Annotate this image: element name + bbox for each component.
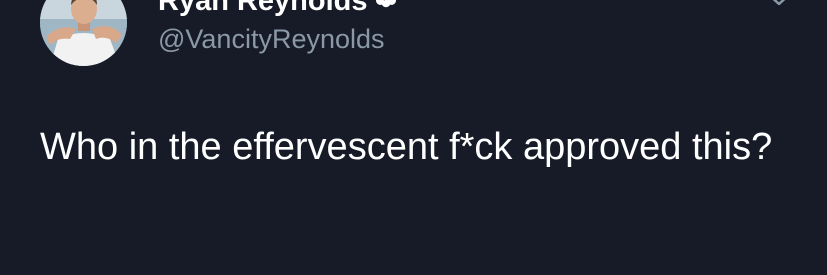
chevron-down-icon: [772, 0, 786, 6]
tweet-text: Who in the effervescent f*ck approved th…: [40, 126, 773, 168]
verified-badge-icon: [372, 0, 400, 17]
author-handle[interactable]: @VancityReynolds: [158, 22, 385, 56]
tweet-menu-button[interactable]: [766, 0, 792, 8]
author-display-name[interactable]: Ryan Reynolds: [158, 0, 400, 20]
tweet-card: Ryan Reynolds @VancityReynolds Who in th…: [0, 0, 827, 275]
avatar[interactable]: [40, 0, 127, 66]
profile-photo-icon: [40, 0, 127, 66]
author-name-text[interactable]: Ryan Reynolds: [158, 0, 368, 17]
